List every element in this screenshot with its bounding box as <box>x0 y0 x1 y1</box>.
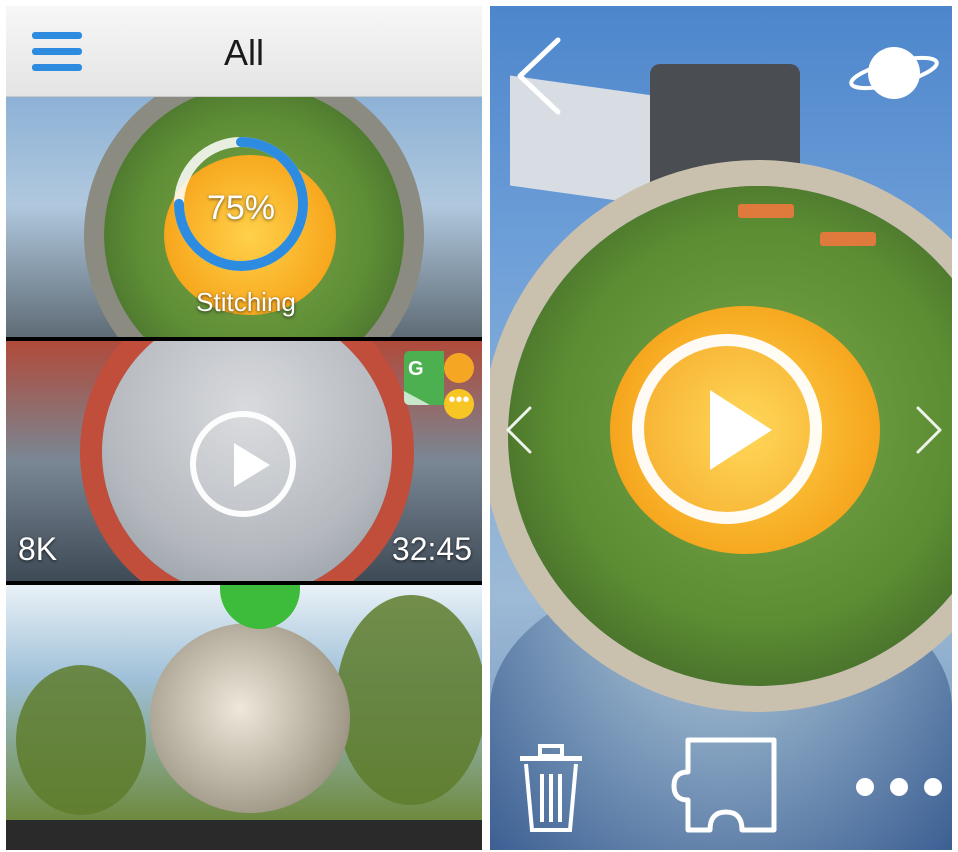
page-title: All <box>223 32 264 73</box>
gallery-item-photo[interactable] <box>6 585 482 820</box>
green-object <box>220 585 300 629</box>
trash-icon[interactable] <box>516 742 586 834</box>
planet-orbit-icon[interactable] <box>846 42 942 104</box>
progress-percent: 75% <box>206 189 276 227</box>
viewer-screen <box>490 6 952 850</box>
previous-chevron-icon[interactable] <box>502 404 534 456</box>
status-label: Stitching <box>196 287 296 317</box>
duration-label: 32:45 <box>391 531 472 567</box>
back-chevron-icon[interactable] <box>514 36 564 116</box>
building <box>650 64 800 196</box>
gallery-item-stitching[interactable]: 75% Stitching <box>6 97 482 337</box>
next-chevron-icon[interactable] <box>914 404 946 456</box>
more-options-icon[interactable] <box>856 776 944 800</box>
picnic-table <box>738 204 794 218</box>
gallery-item-video[interactable]: G ••• 8K 32:45 <box>6 341 482 581</box>
play-button[interactable] <box>632 334 822 524</box>
play-icon <box>234 443 270 487</box>
tree-foliage <box>336 595 482 805</box>
resolution-label: 8K <box>18 531 58 567</box>
bottom-bar <box>6 820 482 850</box>
gallery-header: All <box>6 6 482 97</box>
status-badge: ••• <box>442 353 476 423</box>
gallery-screen: All 75% Stitching G ••• 8K 32:45 <box>6 6 482 850</box>
play-icon <box>710 390 772 470</box>
more-dots-icon: ••• <box>444 389 474 419</box>
thumbnail-image <box>150 623 350 813</box>
google-street-view-icon: G <box>404 351 444 405</box>
tree-foliage <box>16 665 146 815</box>
puzzle-icon[interactable] <box>670 736 780 836</box>
picnic-table <box>820 232 876 246</box>
svg-text:G: G <box>408 358 424 380</box>
play-button[interactable] <box>190 411 296 517</box>
